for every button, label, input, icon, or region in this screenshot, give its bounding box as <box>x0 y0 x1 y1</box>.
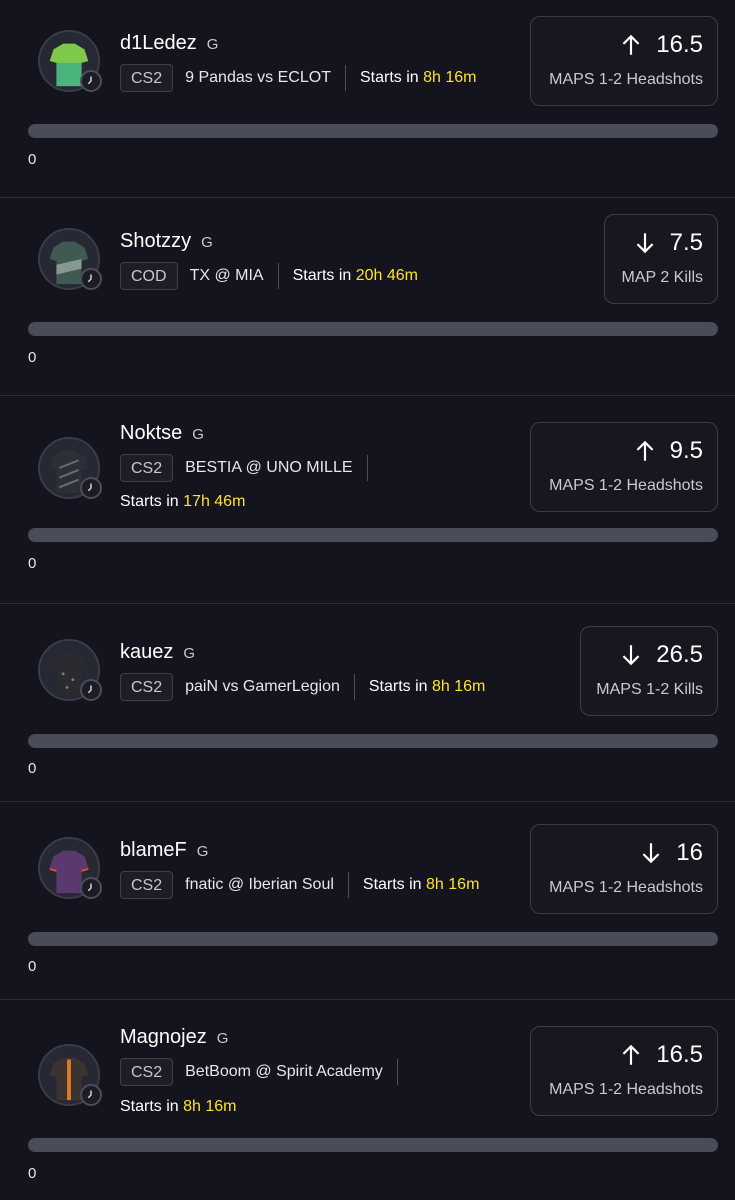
progress-bar <box>28 124 718 138</box>
line-value: 16 <box>638 839 703 867</box>
clock-icon <box>80 477 102 499</box>
player-position: G <box>196 843 209 860</box>
pick-card[interactable]: Noktse G CS2 BESTIA @ UNO MILLE Starts in… <box>0 396 735 604</box>
arrow-down-icon <box>622 645 640 666</box>
player-position: G <box>192 426 204 443</box>
progress-count: 0 <box>28 555 37 572</box>
start-time: Starts in 8h 16m <box>120 1098 237 1115</box>
player-position: G <box>206 36 219 53</box>
line-value: 16.5 <box>618 31 703 59</box>
arrow-up-icon <box>622 1044 640 1065</box>
player-position: G <box>216 1030 229 1047</box>
progress-count: 0 <box>28 760 37 777</box>
player-name: Shotzzy G <box>120 230 213 252</box>
divider <box>366 455 368 481</box>
arrow-down-icon <box>642 843 660 864</box>
player-position: G <box>201 234 213 251</box>
line-value: 26.5 <box>618 641 703 669</box>
divider <box>277 263 279 289</box>
arrow-down-icon <box>636 233 653 254</box>
player-name: kauez G <box>120 641 196 663</box>
line-value: 9.5 <box>632 437 703 465</box>
pick-card[interactable]: d1Ledez G CS2 9 Pandas vs ECLOT Starts in… <box>0 0 735 198</box>
progress-bar <box>28 1138 718 1152</box>
progress-bar <box>28 322 718 336</box>
stat-type: MAP 2 Kills <box>621 269 703 286</box>
game-tag: CS2 <box>120 673 174 701</box>
match-info: CS2 BESTIA @ UNO MILLE <box>120 453 382 483</box>
stat-type: MAPS 1-2 Kills <box>596 681 703 698</box>
match-info: CS2 9 Pandas vs ECLOT Starts in 8h 16m <box>120 63 476 93</box>
start-time: Starts in 17h 46m <box>120 493 246 510</box>
matchup: fnatic @ Iberian Soul <box>185 876 334 893</box>
matchup: BESTIA @ UNO MILLE <box>185 459 353 476</box>
game-tag: COD <box>120 262 178 290</box>
pick-card[interactable]: Magnojez G CS2 BetBoom @ Spirit Academy S… <box>0 1000 735 1200</box>
line-value: 7.5 <box>632 229 703 257</box>
divider <box>396 1059 398 1085</box>
game-tag: CS2 <box>120 871 174 899</box>
progress-bar <box>28 528 718 542</box>
projection-line-button[interactable]: 16.5 MAPS 1-2 Headshots <box>530 16 718 106</box>
arrow-up-icon <box>622 34 640 55</box>
progress-count: 0 <box>28 958 37 975</box>
clock-icon <box>80 268 102 290</box>
projection-line-button[interactable]: 26.5 MAPS 1-2 Kills <box>580 626 718 716</box>
match-info: CS2 paiN vs GamerLegion Starts in 8h 16m <box>120 672 485 702</box>
start-time: Starts in 8h 16m <box>368 678 486 695</box>
clock-icon <box>80 1084 102 1106</box>
pick-card[interactable]: Shotzzy G COD TX @ MIA Starts in 20h 46m … <box>0 198 735 396</box>
projection-line-button[interactable]: 16 MAPS 1-2 Headshots <box>530 824 718 914</box>
player-name: d1Ledez G <box>120 32 219 54</box>
matchup: paiN vs GamerLegion <box>185 678 340 695</box>
line-value: 16.5 <box>618 1041 703 1069</box>
player-name: Noktse G <box>120 422 204 444</box>
progress-bar <box>28 932 718 946</box>
divider <box>353 674 355 700</box>
projection-line-button[interactable]: 7.5 MAP 2 Kills <box>604 214 718 304</box>
stat-type: MAPS 1-2 Headshots <box>549 879 703 896</box>
game-tag: CS2 <box>120 64 174 92</box>
clock-icon <box>80 877 102 899</box>
divider <box>347 872 349 898</box>
divider <box>344 65 346 91</box>
match-info: CS2 fnatic @ Iberian Soul Starts in 8h 1… <box>120 870 479 900</box>
arrow-up-icon <box>636 440 653 461</box>
progress-bar <box>28 734 718 748</box>
matchup: BetBoom @ Spirit Academy <box>185 1063 383 1080</box>
player-name: Magnojez G <box>120 1026 229 1048</box>
clock-icon <box>80 70 102 92</box>
clock-icon <box>80 679 102 701</box>
match-info: COD TX @ MIA Starts in 20h 46m <box>120 261 418 291</box>
picks-list: d1Ledez G CS2 9 Pandas vs ECLOT Starts in… <box>0 0 735 1200</box>
stat-type: MAPS 1-2 Headshots <box>549 477 703 494</box>
start-time: Starts in 8h 16m <box>359 69 477 86</box>
match-info: CS2 BetBoom @ Spirit Academy <box>120 1057 412 1087</box>
start-time: Starts in 20h 46m <box>292 267 418 284</box>
stat-type: MAPS 1-2 Headshots <box>549 1081 703 1098</box>
game-tag: CS2 <box>120 454 174 482</box>
pick-card[interactable]: kauez G CS2 paiN vs GamerLegion Starts in… <box>0 604 735 802</box>
projection-line-button[interactable]: 16.5 MAPS 1-2 Headshots <box>530 1026 718 1116</box>
progress-count: 0 <box>28 151 37 168</box>
pick-card[interactable]: blameF G CS2 fnatic @ Iberian Soul Starts… <box>0 802 735 1000</box>
progress-count: 0 <box>28 1165 37 1182</box>
start-time: Starts in 8h 16m <box>362 876 480 893</box>
player-position: G <box>183 645 196 662</box>
progress-count: 0 <box>28 349 37 366</box>
projection-line-button[interactable]: 9.5 MAPS 1-2 Headshots <box>530 422 718 512</box>
player-name: blameF G <box>120 839 209 861</box>
matchup: TX @ MIA <box>189 267 264 284</box>
game-tag: CS2 <box>120 1058 174 1086</box>
matchup: 9 Pandas vs ECLOT <box>185 69 331 86</box>
stat-type: MAPS 1-2 Headshots <box>549 71 703 88</box>
